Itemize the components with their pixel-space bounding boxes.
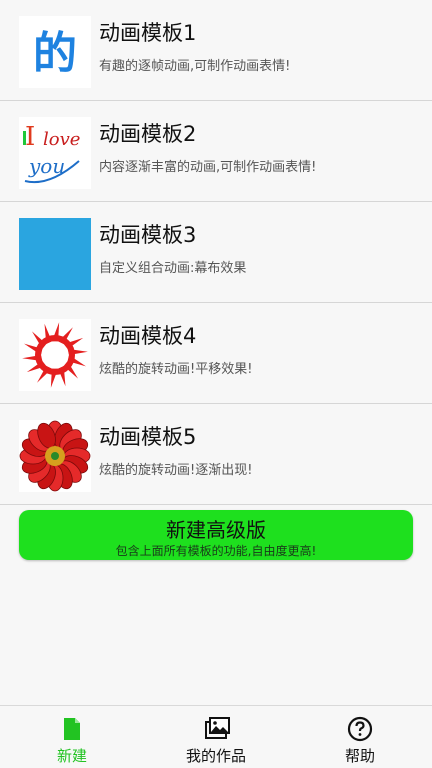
template-item-1[interactable]: 的 动画模板1 有趣的逐帧动画,可制作动画表情! — [0, 0, 432, 101]
template-item-5[interactable]: 动画模板5 炫酷的旋转动画!逐渐出现! — [0, 404, 432, 505]
template-title: 动画模板3 — [99, 223, 197, 247]
template-title: 动画模板5 — [99, 425, 197, 449]
template-description: 炫酷的旋转动画!平移效果! — [99, 362, 253, 377]
template-title: 动画模板2 — [99, 122, 197, 146]
help-icon — [347, 716, 373, 742]
new-advanced-subtitle: 包含上面所有模板的功能,自由度更高! — [115, 544, 317, 558]
template-1-thumbnail: 的 — [19, 16, 91, 88]
nav-label: 新建 — [56, 747, 87, 765]
new-file-icon — [59, 716, 85, 742]
template-title: 动画模板4 — [99, 324, 197, 348]
template-2-thumbnail: I love you — [19, 117, 91, 189]
template-description: 有趣的逐帧动画,可制作动画表情! — [99, 59, 291, 74]
template-item-2[interactable]: I love you 动画模板2 内容逐渐丰富的动画,可制作动画表情! — [0, 101, 432, 202]
nav-item-new[interactable]: 新建 — [12, 706, 132, 768]
nav-label: 我的作品 — [185, 747, 246, 765]
bottom-navigation: 新建 我的作品 帮助 — [0, 705, 432, 768]
nav-item-help[interactable]: 帮助 — [300, 706, 420, 768]
nav-label: 帮助 — [344, 747, 375, 765]
template-item-3[interactable]: 动画模板3 自定义组合动画:幕布效果 — [0, 202, 432, 303]
svg-text:I: I — [25, 122, 35, 152]
svg-text:love: love — [43, 129, 80, 150]
template-item-4[interactable]: 动画模板4 炫酷的旋转动画!平移效果! — [0, 303, 432, 404]
template-3-thumbnail — [19, 218, 91, 290]
template-description: 自定义组合动画:幕布效果 — [99, 261, 247, 276]
template-title: 动画模板1 — [99, 21, 197, 45]
template-4-thumbnail — [19, 319, 91, 391]
svg-text:的: 的 — [33, 28, 77, 79]
template-5-thumbnail — [19, 420, 91, 492]
template-list: 的 动画模板1 有趣的逐帧动画,可制作动画表情! I love you 动画模板… — [0, 0, 432, 505]
gallery-icon — [203, 716, 230, 742]
template-description: 内容逐渐丰富的动画,可制作动画表情! — [99, 160, 317, 175]
nav-item-my-works[interactable]: 我的作品 — [156, 706, 276, 768]
new-advanced-button[interactable]: 新建高级版 包含上面所有模板的功能,自由度更高! — [19, 510, 413, 560]
template-description: 炫酷的旋转动画!逐渐出现! — [99, 463, 253, 478]
new-advanced-title: 新建高级版 — [166, 518, 266, 542]
